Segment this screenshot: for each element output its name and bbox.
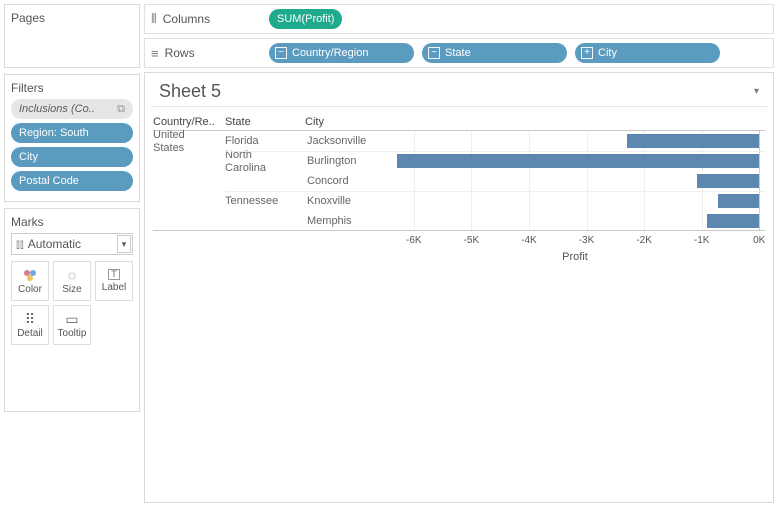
tick-label: 0K <box>753 235 765 246</box>
rows-label: Rows <box>165 46 195 60</box>
x-axis-title: Profit <box>153 251 765 263</box>
marks-tooltip-button[interactable]: ▭ Tooltip <box>53 305 91 345</box>
bar[interactable] <box>697 174 759 188</box>
tick-label: -2K <box>636 235 652 246</box>
cell-state: Florida <box>225 135 305 147</box>
table-row[interactable]: NorthCarolinaBurlington <box>153 151 765 171</box>
cell-city: Memphis <box>305 215 385 227</box>
marks-type-select[interactable]: ⫾⫾ Automatic ▾ <box>11 233 133 255</box>
filters-shelf[interactable]: Filters Inclusions (Co..⧉ Region: South Ci… <box>4 74 140 202</box>
marks-detail-button[interactable]: ⠿ Detail <box>11 305 49 345</box>
bar-chart-icon: ⫾⫾ <box>16 237 24 252</box>
filter-pill-3[interactable]: Postal Code <box>11 171 133 191</box>
chevron-down-icon: ▾ <box>117 235 131 253</box>
cell-city: Burlington <box>305 155 385 167</box>
sheet-menu-caret[interactable]: ▾ <box>754 86 759 97</box>
cell-city: Jacksonville <box>305 135 385 147</box>
tick-label: -6K <box>406 235 422 246</box>
cell-state: Tennessee <box>225 195 305 207</box>
marks-color-button[interactable]: Color <box>11 261 49 301</box>
table-header-row: Country/Re.. State City <box>153 113 765 131</box>
color-icon <box>22 268 38 282</box>
bar-cell <box>385 211 765 231</box>
marks-title: Marks <box>11 215 133 229</box>
marks-type-label: Automatic <box>28 237 81 251</box>
header-state: State <box>225 116 305 128</box>
plus-icon: + <box>581 47 593 59</box>
detail-icon: ⠿ <box>25 312 35 326</box>
table-row[interactable]: Memphis <box>153 211 765 231</box>
pages-title: Pages <box>11 11 133 25</box>
rows-pill-city[interactable]: + City <box>575 43 720 63</box>
cell-country: UnitedStates <box>153 127 225 155</box>
tick-label: -5K <box>464 235 480 246</box>
cell-city: Concord <box>305 175 385 187</box>
size-icon: ◌ <box>68 268 76 282</box>
rows-icon: ≡ <box>151 46 159 61</box>
bar[interactable] <box>718 194 759 208</box>
filter-pill-1[interactable]: Region: South <box>11 123 133 143</box>
bar[interactable] <box>627 134 759 148</box>
bar-cell <box>385 131 765 151</box>
tooltip-icon: ▭ <box>65 312 78 326</box>
marks-label-button[interactable]: T Label <box>95 261 133 301</box>
marks-size-button[interactable]: ◌ Size <box>53 261 91 301</box>
viz-area[interactable]: Sheet 5 ▾ Country/Re.. State City United… <box>144 72 774 503</box>
bar[interactable] <box>397 154 760 168</box>
link-icon: ⧉ <box>117 103 125 116</box>
marks-card[interactable]: Marks ⫾⫾ Automatic ▾ Color ◌ Size T <box>4 208 140 412</box>
columns-pill-profit[interactable]: SUM(Profit) <box>269 9 342 29</box>
rows-pill-state[interactable]: − State <box>422 43 567 63</box>
rows-shelf[interactable]: ≡ Rows − Country/Region − State + City <box>144 38 774 68</box>
rows-pill-country[interactable]: − Country/Region <box>269 43 414 63</box>
filter-pill-2[interactable]: City <box>11 147 133 167</box>
bar[interactable] <box>707 214 759 228</box>
minus-icon: − <box>275 47 287 59</box>
bar-cell <box>385 171 765 191</box>
label-icon: T <box>108 269 120 280</box>
cell-city: Knoxville <box>305 195 385 207</box>
columns-shelf[interactable]: ⦀ Columns SUM(Profit) <box>144 4 774 34</box>
tick-label: -3K <box>579 235 595 246</box>
columns-label: Columns <box>163 12 210 26</box>
filters-title: Filters <box>11 81 133 95</box>
pages-shelf[interactable]: Pages <box>4 4 140 68</box>
marks-empty <box>95 305 133 345</box>
filter-pill-0[interactable]: Inclusions (Co..⧉ <box>11 99 133 119</box>
bar-cell <box>385 191 765 211</box>
table-row[interactable]: TennesseeKnoxville <box>153 191 765 211</box>
tick-label: -4K <box>521 235 537 246</box>
bar-cell <box>385 151 765 171</box>
header-city: City <box>305 116 385 128</box>
minus-icon: − <box>428 47 440 59</box>
tick-label: -1K <box>694 235 710 246</box>
sheet-title[interactable]: Sheet 5 <box>159 81 221 102</box>
columns-icon: ⦀ <box>151 11 157 27</box>
